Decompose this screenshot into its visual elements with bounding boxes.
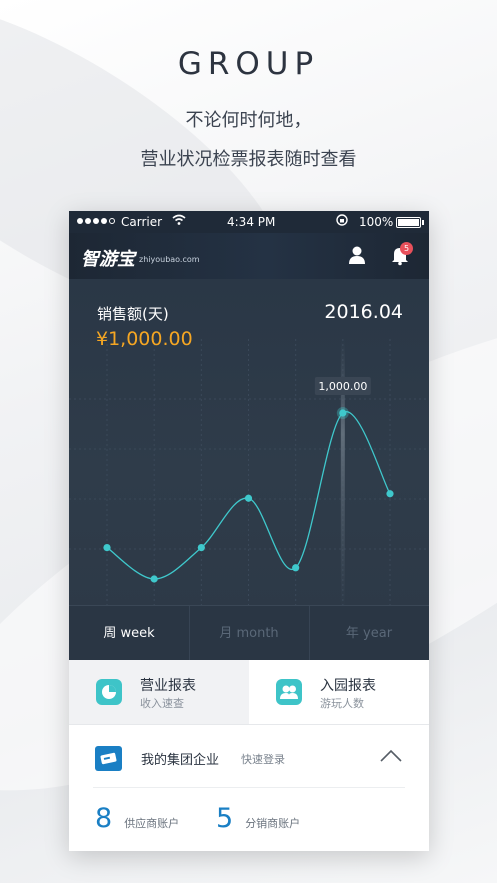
revenue-report-button[interactable]: 营业报表 收入速查 [69,660,249,724]
supplier-accounts[interactable]: 8 供应商账户 [95,803,179,834]
divider [93,787,405,788]
data-point [103,543,111,552]
status-bar: Carrier 4:34 PM 100% [69,211,429,233]
chevron-up-icon[interactable] [379,748,403,762]
data-point [244,494,253,502]
tooltip-label: 1,000.00 [318,380,367,393]
ticket-icon [95,746,122,771]
entry-report-sub: 游玩人数 [320,697,364,710]
quick-login-link[interactable]: 快速登录 [241,751,285,767]
distributor-count: 5 [216,803,234,834]
data-point [339,409,347,417]
tab-week[interactable]: 周 week [69,606,189,661]
app-logo: 智游宝 [81,249,135,270]
sales-period[interactable]: 2016.04 [324,301,403,323]
tab-month[interactable]: 月 month [189,606,309,661]
signal-icon [77,218,115,224]
entry-report-button[interactable]: 入园报表 游玩人数 [249,660,429,724]
sales-value: ¥1,000.00 [96,328,193,350]
group-enterprise-card: 我的集团企业 快速登录 8 供应商账户 5 分销商账户 [69,724,429,851]
revenue-report-sub: 收入速查 [140,697,184,710]
phone-screen: Carrier 4:34 PM 100% 智游宝 zhiyoubao.com 5… [69,211,429,851]
data-point [197,543,205,552]
data-point [292,564,300,572]
data-point [386,490,394,498]
sales-chart-panel: 1,000.0078910111213 销售额(天) ¥1,000.00 201… [69,279,429,660]
supplier-count: 8 [95,803,113,834]
status-time: 4:34 PM [227,215,276,229]
user-profile-icon[interactable] [346,244,368,266]
report-shortcuts: 营业报表 收入速查 入园报表 游玩人数 [69,660,429,724]
carrier-label: Carrier [121,215,163,229]
sales-label: 销售额(天) [97,305,169,323]
hero-title: GROUP [177,46,320,82]
hero-subtitle-1: 不论何时何地， [185,110,312,131]
rotation-lock-icon [335,213,349,231]
app-domain: zhiyoubao.com [139,255,200,264]
users-icon [276,679,302,705]
distributor-accounts[interactable]: 5 分销商账户 [216,803,300,834]
tab-year[interactable]: 年 year [309,606,429,661]
hero-subtitle-2: 营业状况检票报表随时查看 [140,149,357,170]
distributor-label: 分销商账户 [245,817,301,830]
app-header: 智游宝 zhiyoubao.com 5 [69,233,429,279]
wifi-icon [172,214,186,229]
supplier-label: 供应商账户 [124,817,180,830]
revenue-report-title: 营业报表 [140,678,196,694]
pie-chart-icon [96,679,122,705]
battery-percent: 100% [359,215,394,229]
battery-icon [396,217,421,228]
group-title: 我的集团企业 [141,753,220,768]
range-tabs: 周 week 月 month 年 year [69,605,429,661]
data-point [150,575,158,583]
entry-report-title: 入园报表 [320,678,376,694]
notification-badge: 5 [400,242,413,255]
